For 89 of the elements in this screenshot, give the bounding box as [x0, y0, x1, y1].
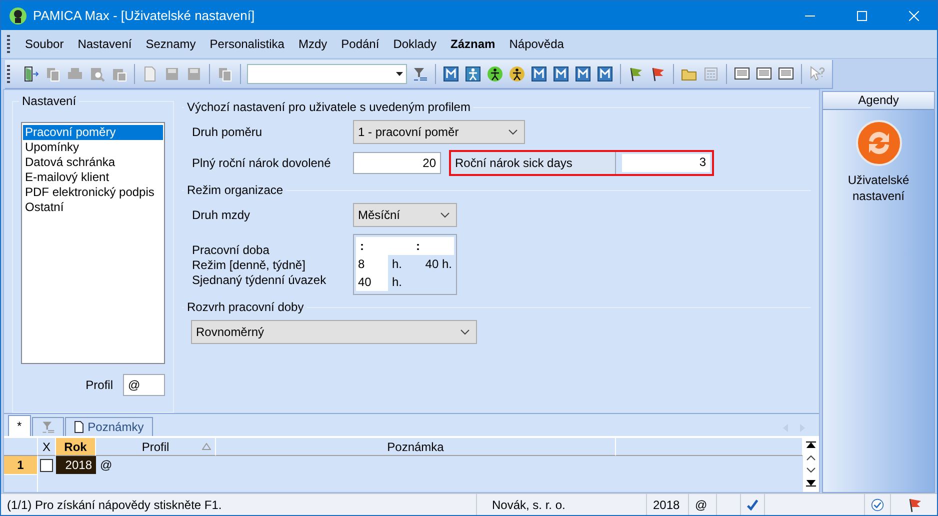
filter-icon — [40, 420, 55, 434]
column-header[interactable]: Profil — [96, 438, 216, 456]
dropdown-arrow-icon — [396, 72, 403, 76]
menu-item[interactable]: Personalistika — [202, 37, 292, 51]
menu-item[interactable]: Seznamy — [138, 37, 203, 51]
menu-item[interactable]: Mzdy — [291, 37, 334, 51]
section-title: Rozvrh pracovní doby — [184, 300, 307, 314]
schedule-dropdown[interactable]: Rovnoměrný — [191, 320, 477, 344]
sort-icon — [202, 443, 211, 450]
note-icon[interactable] — [733, 64, 751, 82]
list-item[interactable]: Datová schránka — [23, 155, 163, 170]
menu-item[interactable]: Nápověda — [502, 37, 571, 51]
menu-item[interactable]: Podání — [334, 37, 386, 51]
maximize-icon[interactable] — [857, 10, 867, 20]
list-item[interactable]: Pracovní poměry — [23, 125, 163, 140]
unit-label: h. — [391, 274, 404, 291]
app-logo-icon — [9, 6, 27, 24]
tab[interactable]: Poznámky — [64, 417, 153, 436]
profile-field[interactable]: @ — [123, 374, 165, 396]
column-header[interactable]: Rok — [56, 438, 96, 456]
person-icon[interactable] — [464, 64, 482, 82]
section-title: Výchozí nastavení pro uživatele s uvedeným profilem — [184, 100, 474, 114]
m-square-icon[interactable] — [574, 64, 592, 82]
scroll-down-icon[interactable] — [806, 467, 816, 474]
field-label: Profil — [86, 378, 113, 392]
wage-dropdown[interactable]: Měsíční — [353, 202, 457, 226]
relation-dropdown[interactable]: 1 - pracovní poměr — [353, 120, 525, 144]
field-label: Režim [denně, týdně] — [192, 258, 306, 273]
agenda-item[interactable]: Uživatelské nastavení — [823, 172, 934, 204]
status-text: (1/1) Pro získání nápovědy stiskněte F1. — [1, 494, 477, 515]
m-square-icon[interactable] — [530, 64, 548, 82]
check-circle-icon — [871, 496, 884, 512]
status-year: 2018 — [647, 494, 689, 515]
note-icon[interactable] — [777, 64, 795, 82]
person-icon[interactable] — [486, 64, 504, 82]
document-icon — [74, 421, 84, 433]
row-header — [4, 474, 38, 492]
table-cell: 2018 — [56, 456, 96, 474]
flag-icon — [907, 496, 923, 512]
chevron-icon — [440, 212, 450, 218]
panel-header: Agendy — [823, 92, 934, 110]
list-item[interactable]: Upomínky — [23, 140, 163, 155]
m-square-icon[interactable] — [442, 64, 460, 82]
menu-grip[interactable] — [7, 35, 10, 53]
scroll-bottom-icon[interactable] — [806, 480, 816, 487]
list-item[interactable]: Ostatní — [23, 200, 163, 215]
field-label: Sjednaný týdenní úvazek — [192, 273, 328, 288]
weekly-hours-field[interactable]: 40 — [356, 273, 388, 291]
sick-days-field[interactable]: 3 — [622, 154, 710, 172]
time-field[interactable]: : — [360, 237, 364, 255]
chevron-icon — [508, 128, 518, 134]
section-title: Režim organizace — [184, 183, 286, 197]
field-label: Plný roční nárok dovolené — [192, 156, 332, 170]
m-square-icon[interactable] — [596, 64, 614, 82]
vacation-field[interactable]: 20 — [353, 152, 441, 174]
column-header[interactable]: Poznámka — [216, 438, 616, 456]
menu-item[interactable]: Doklady — [386, 37, 444, 51]
tab[interactable]: * — [8, 415, 31, 436]
scroll-top-icon[interactable] — [806, 441, 816, 448]
checkbox[interactable] — [40, 459, 53, 472]
list-item[interactable]: E-mailový klient — [23, 170, 163, 185]
toolbar-grip[interactable] — [7, 64, 10, 82]
field-label: Roční nárok sick days — [451, 152, 616, 174]
time-field[interactable]: : — [416, 237, 420, 255]
check-icon — [747, 498, 758, 512]
m-square-icon[interactable] — [552, 64, 570, 82]
field-label: Pracovní doba — [192, 243, 270, 258]
door-icon[interactable] — [22, 64, 40, 82]
status-company: Novák, s. r. o. — [477, 494, 647, 515]
person-icon[interactable] — [508, 64, 526, 82]
refresh-icon[interactable] — [856, 120, 902, 166]
close-icon[interactable] — [909, 10, 919, 20]
scroll-up-icon[interactable] — [806, 454, 816, 461]
menu-item[interactable]: Záznam — [444, 37, 502, 51]
list-item[interactable]: PDF elektronický podpis — [23, 185, 163, 200]
row-number[interactable]: 1 — [4, 456, 38, 474]
group-title: Nastavení — [19, 94, 80, 108]
daily-hours-field[interactable]: 8 — [356, 255, 388, 273]
menu-item[interactable]: Soubor — [18, 37, 71, 51]
field-label: Druh poměru — [192, 124, 264, 138]
field-label: Druh mzdy — [192, 208, 252, 222]
status-profile: @ — [689, 494, 717, 515]
note-icon[interactable] — [755, 64, 773, 82]
unit-label: h. — [391, 256, 404, 273]
window-title: PAMICA Max - [Uživatelské nastavení] — [33, 8, 256, 23]
menu-item[interactable]: Nastavení — [70, 37, 139, 51]
table-cell-text: @ — [99, 457, 114, 474]
chevron-icon — [460, 328, 470, 334]
weekly-hours-value: 40 h. — [424, 256, 453, 273]
